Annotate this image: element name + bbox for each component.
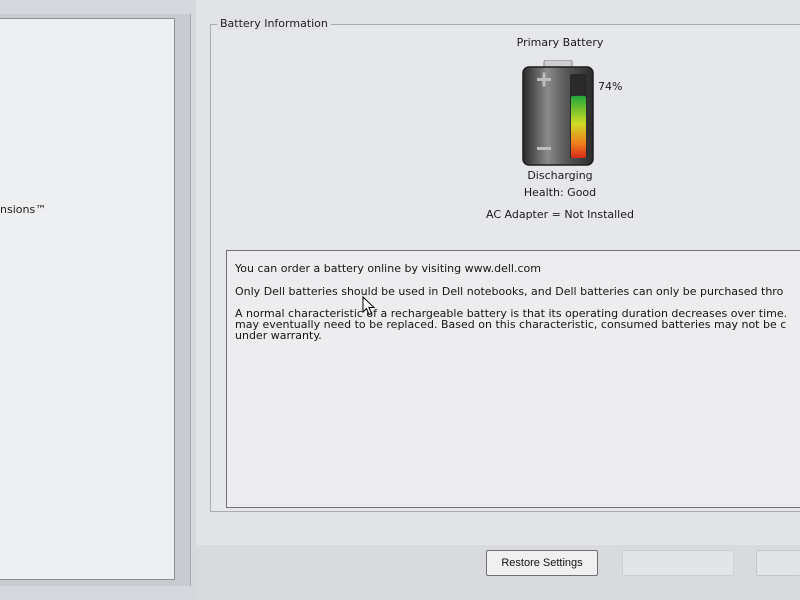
- info-line-dell-only: Only Dell batteries should be used in De…: [235, 285, 784, 298]
- battery-status: Discharging: [527, 169, 593, 182]
- battery-plus-v: [542, 72, 546, 87]
- battery-gauge-fill: [571, 95, 586, 158]
- info-line-order: You can order a battery online by visiti…: [235, 262, 541, 275]
- restore-settings-button[interactable]: Restore Settings: [486, 550, 598, 576]
- left-nav-panel[interactable]: nsions™: [0, 18, 175, 580]
- battery-minus: [537, 147, 551, 150]
- disabled-button-partial[interactable]: [756, 550, 800, 576]
- battery-percent: 74%: [598, 80, 623, 93]
- battery-icon: [522, 60, 594, 166]
- battery-info-textbox[interactable]: You can order a battery online by visiti…: [226, 250, 800, 508]
- left-nav-item[interactable]: nsions™: [0, 203, 46, 216]
- mouse-cursor-icon: [362, 296, 376, 316]
- battery-health: Health: Good: [523, 186, 597, 199]
- ac-adapter-status: AC Adapter = Not Installed: [486, 208, 634, 221]
- disabled-button[interactable]: [622, 550, 734, 576]
- primary-battery-heading: Primary Battery: [516, 36, 604, 49]
- info-line-characteristic: A normal characteristic of a rechargeabl…: [235, 307, 788, 342]
- group-legend: Battery Information: [217, 17, 331, 30]
